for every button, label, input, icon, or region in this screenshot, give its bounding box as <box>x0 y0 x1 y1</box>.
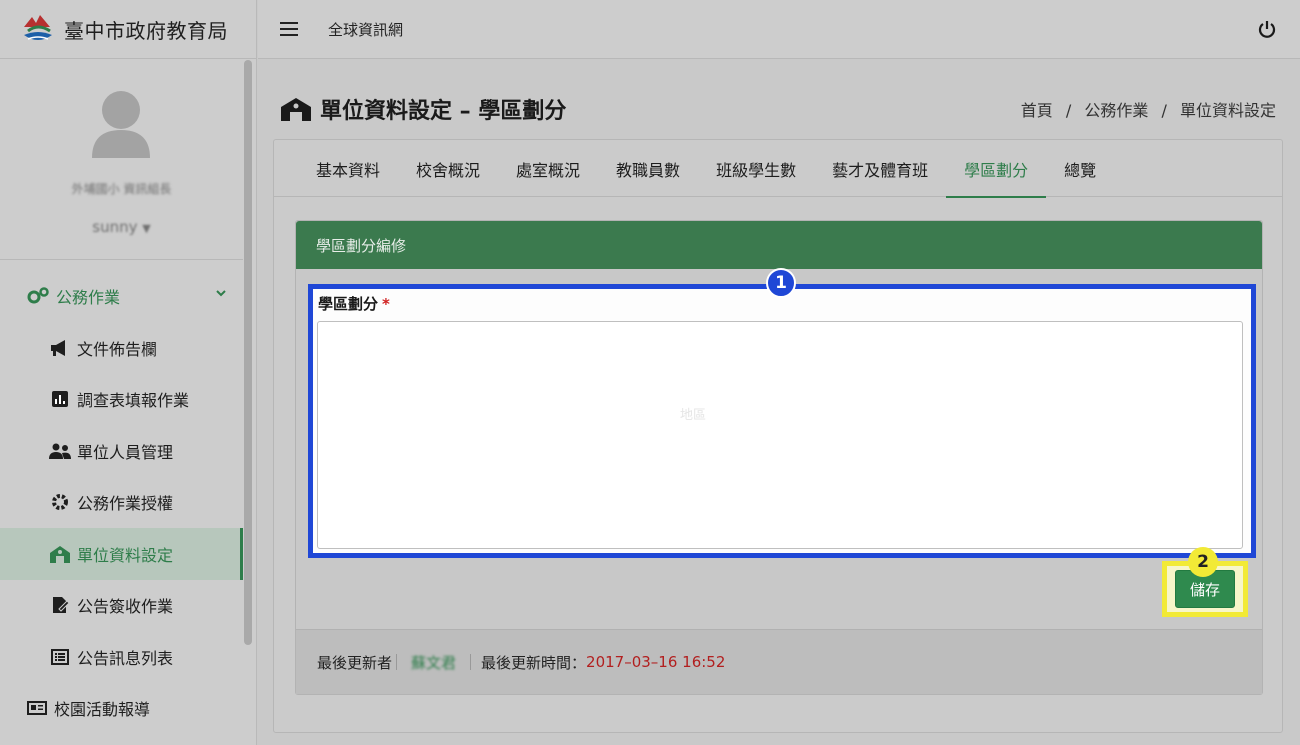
sidebar-group-official[interactable]: 公務作業 <box>0 270 243 322</box>
page-title-text: 單位資料設定 – 學區劃分 <box>320 99 567 124</box>
gear-icon <box>49 491 71 513</box>
sidebar-item-label: 單位資料設定 <box>77 545 174 565</box>
user-subtitle: 外埔國小 資訊組長 <box>71 182 172 196</box>
sidebar-item-label: 公告簽收作業 <box>77 597 174 617</box>
updater-name: 蘇文君 <box>411 653 457 672</box>
power-icon[interactable] <box>1258 20 1276 38</box>
sidebar-item-label: 公告訊息列表 <box>77 648 174 668</box>
gears-icon <box>27 287 49 304</box>
chart-icon <box>49 388 71 410</box>
tab-classes[interactable]: 班級學生數 <box>698 140 814 197</box>
school-district-field-highlight: 學區劃分 * 地區 <box>308 284 1256 558</box>
sidebar-item-announcements[interactable]: 公告訊息列表 <box>0 631 243 683</box>
hamburger-menu-icon[interactable] <box>280 22 298 36</box>
divider <box>396 654 398 670</box>
breadcrumb-separator: / <box>1161 101 1167 120</box>
breadcrumb-separator: / <box>1065 101 1072 120</box>
panel-footer: 最後更新者 蘇文君 最後更新時間： 2017–03–16 16:52 <box>296 629 1262 694</box>
sidebar-item-unit-settings[interactable]: 單位資料設定 <box>0 528 243 580</box>
building-icon <box>49 543 71 565</box>
page-title: 單位資料設定 – 學區劃分 <box>280 93 566 125</box>
sidebar-item-survey[interactable]: 調查表填報作業 <box>0 374 243 426</box>
news-icon <box>26 697 48 719</box>
sidebar: 臺中市政府教育局 外埔國小 資訊組長 sunny ▼ 公務作業 文件佈告欄 調查… <box>0 0 257 745</box>
sidebar-item-label: 文件佈告欄 <box>77 339 158 359</box>
sidebar-item-label: 公務作業授權 <box>77 494 174 514</box>
logo-icon <box>24 15 52 40</box>
field-label: 學區劃分 * <box>318 293 390 314</box>
breadcrumb-official[interactable]: 公務作業 <box>1084 101 1148 120</box>
user-name: sunny <box>92 218 138 236</box>
field-label-text: 學區劃分 <box>318 295 379 313</box>
brand[interactable]: 臺中市政府教育局 <box>0 0 256 59</box>
sidebar-item-bulletin[interactable]: 文件佈告欄 <box>0 322 243 374</box>
update-time-label: 最後更新時間： <box>481 653 587 672</box>
app-title: 臺中市政府教育局 <box>64 18 228 43</box>
sidebar-item-campus-news[interactable]: 校園活動報導 <box>0 683 243 735</box>
building-icon <box>281 98 311 121</box>
school-district-textarea[interactable]: 地區 <box>317 321 1243 549</box>
tab-offices[interactable]: 處室概況 <box>498 140 598 197</box>
required-mark: * <box>382 295 390 313</box>
user-name-dropdown[interactable]: sunny ▼ <box>0 218 243 236</box>
avatar-icon <box>92 91 150 158</box>
update-time-value: 2017–03–16 16:52 <box>586 653 726 671</box>
sidebar-item-personnel[interactable]: 單位人員管理 <box>0 425 243 477</box>
sidebar-menu: 公務作業 文件佈告欄 調查表填報作業 單位人員管理 公務作業授權 單位資料設定 … <box>0 270 243 734</box>
sidebar-item-label: 校園活動報導 <box>54 700 151 720</box>
annotation-badge-1: 1 <box>766 268 796 298</box>
updater-label: 最後更新者 <box>317 653 393 672</box>
breadcrumb-current: 單位資料設定 <box>1179 101 1276 120</box>
sidebar-group-label: 公務作業 <box>56 288 121 307</box>
megaphone-icon <box>49 337 71 359</box>
content-card: 基本資料 校舍概況 處室概況 教職員數 班級學生數 藝才及體育班 學區劃分 總覽… <box>273 139 1283 733</box>
topbar: 全球資訊網 <box>258 0 1300 59</box>
sidebar-item-label: 調查表填報作業 <box>77 391 190 411</box>
users-icon <box>49 440 71 462</box>
tab-basic[interactable]: 基本資料 <box>298 140 398 197</box>
tab-buildings[interactable]: 校舍概況 <box>398 140 498 197</box>
sidebar-scrollbar[interactable] <box>244 60 252 645</box>
sidebar-item-authorize[interactable]: 公務作業授權 <box>0 477 243 529</box>
tab-overview[interactable]: 總覽 <box>1046 140 1114 197</box>
sidebar-item-sign[interactable]: 公告簽收作業 <box>0 580 243 632</box>
divider <box>470 654 472 670</box>
breadcrumb-home[interactable]: 首頁 <box>1021 101 1053 120</box>
sign-icon <box>49 594 71 616</box>
tab-school-district[interactable]: 學區劃分 <box>946 140 1047 198</box>
chevron-down-icon <box>216 290 226 297</box>
user-panel: 外埔國小 資訊組長 sunny ▼ <box>0 60 243 260</box>
global-site-link[interactable]: 全球資訊網 <box>328 19 403 40</box>
tab-arts-sports[interactable]: 藝才及體育班 <box>814 140 946 197</box>
tab-staff[interactable]: 教職員數 <box>598 140 698 197</box>
tab-bar: 基本資料 校舍概況 處室概況 教職員數 班級學生數 藝才及體育班 學區劃分 總覽 <box>274 140 1282 198</box>
annotation-badge-2: 2 <box>1188 547 1218 577</box>
list-icon <box>49 646 71 668</box>
panel-header: 學區劃分編修 <box>296 221 1262 269</box>
sidebar-item-label: 單位人員管理 <box>77 442 174 462</box>
caret-down-icon: ▼ <box>142 222 151 235</box>
breadcrumb: 首頁 / 公務作業 / 單位資料設定 <box>1021 97 1276 121</box>
textarea-ghost-text: 地區 <box>680 408 707 423</box>
